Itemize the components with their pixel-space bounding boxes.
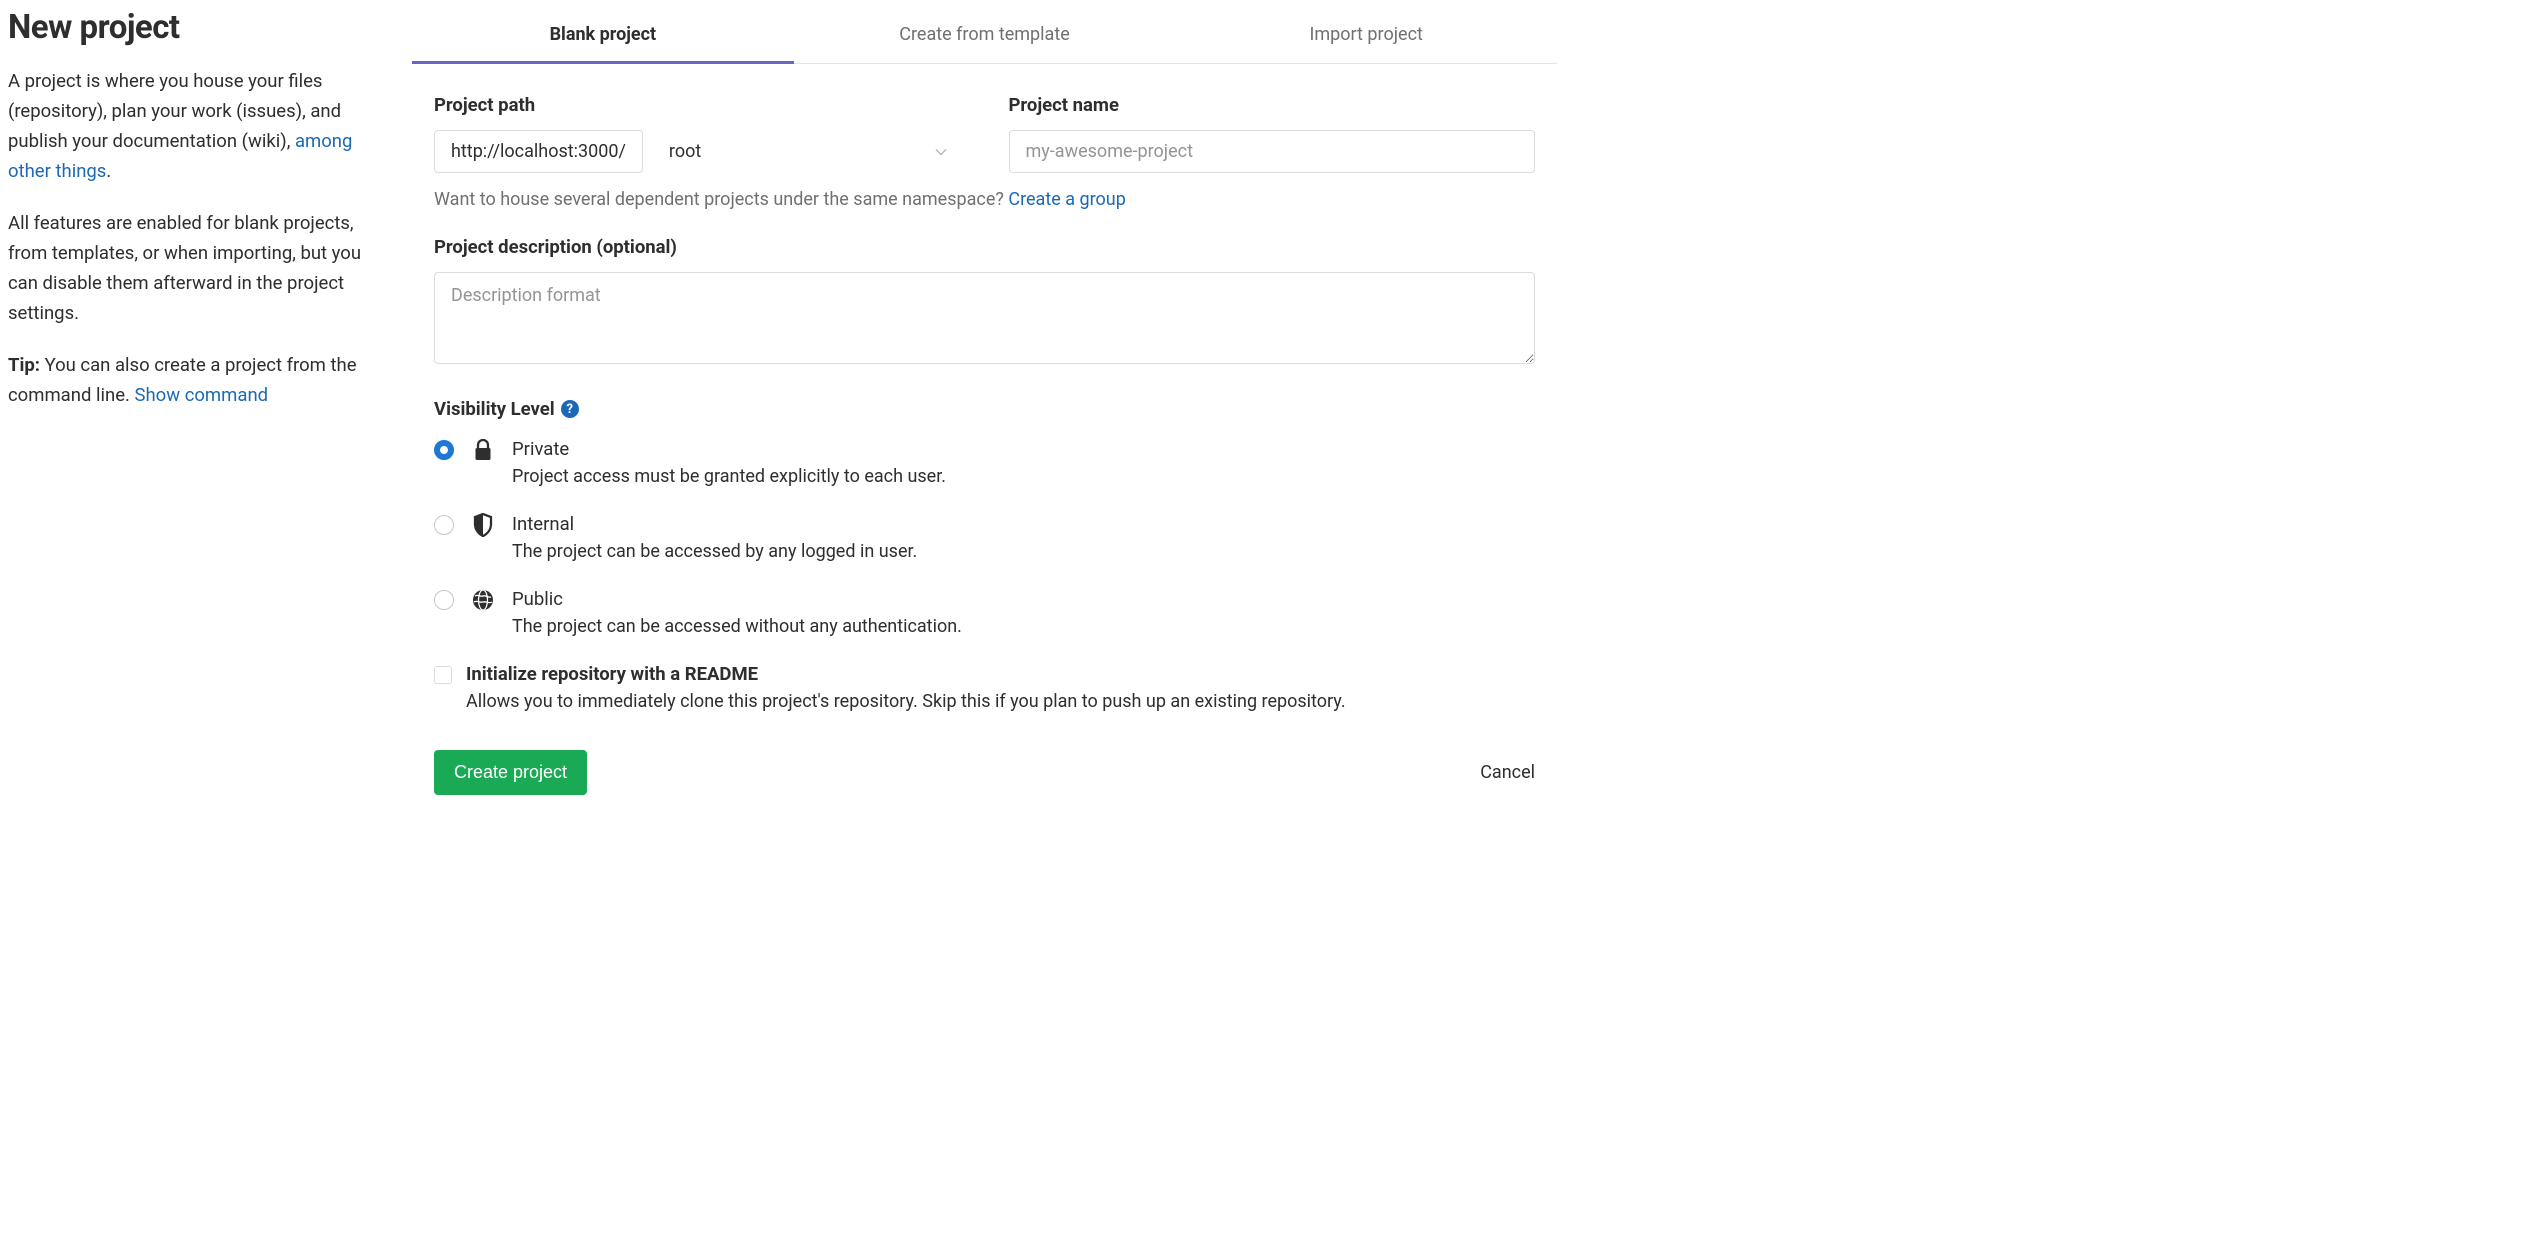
sidebar: New project A project is where you house…: [8, 8, 402, 795]
sidebar-intro-2: All features are enabled for blank proje…: [8, 209, 372, 329]
page-title: New project: [8, 8, 372, 47]
create-project-button[interactable]: Create project: [434, 750, 587, 795]
tab-blank-project[interactable]: Blank project: [412, 8, 794, 63]
visibility-title-public: Public: [512, 588, 1535, 610]
readme-option[interactable]: Initialize repository with a README Allo…: [434, 663, 1535, 712]
readme-title: Initialize repository with a README: [466, 663, 1535, 685]
sidebar-intro-1: A project is where you house your files …: [8, 67, 372, 187]
form: Project path http://localhost:3000/ root…: [412, 94, 1557, 795]
visibility-desc-internal: The project can be accessed by any logge…: [512, 541, 1535, 562]
visibility-title-internal: Internal: [512, 513, 1535, 535]
create-group-link[interactable]: Create a group: [1008, 189, 1125, 210]
tabs: Blank project Create from template Impor…: [412, 8, 1557, 64]
readme-desc: Allows you to immediately clone this pro…: [466, 691, 1535, 712]
tip-label: Tip:: [8, 354, 40, 376]
visibility-title-private: Private: [512, 438, 1535, 460]
visibility-option-public[interactable]: Public The project can be accessed witho…: [434, 588, 1535, 637]
visibility-radio-internal[interactable]: [434, 515, 454, 535]
project-description-label: Project description (optional): [434, 236, 1535, 258]
namespace-select[interactable]: root: [655, 130, 961, 173]
visibility-desc-private: Project access must be granted explicitl…: [512, 466, 1535, 487]
main-content: Blank project Create from template Impor…: [402, 8, 1557, 795]
visibility-option-private[interactable]: Private Project access must be granted e…: [434, 438, 1535, 487]
show-command-link[interactable]: Show command: [134, 384, 268, 406]
project-path-label: Project path: [434, 94, 961, 116]
visibility-radio-private[interactable]: [434, 440, 454, 460]
chevron-down-icon: [935, 148, 947, 156]
lock-icon: [472, 438, 494, 462]
project-name-input[interactable]: [1009, 130, 1536, 173]
group-hint: Want to house several dependent projects…: [434, 189, 1535, 210]
visibility-option-internal[interactable]: Internal The project can be accessed by …: [434, 513, 1535, 562]
visibility-level-label: Visibility Level: [434, 398, 555, 420]
visibility-radio-public[interactable]: [434, 590, 454, 610]
tab-import-project[interactable]: Import project: [1175, 8, 1557, 63]
visibility-desc-public: The project can be accessed without any …: [512, 616, 1535, 637]
cancel-button[interactable]: Cancel: [1480, 762, 1535, 783]
sidebar-tip: Tip: You can also create a project from …: [8, 351, 372, 411]
shield-icon: [472, 513, 494, 537]
tab-create-from-template[interactable]: Create from template: [794, 8, 1176, 63]
globe-icon: [472, 588, 494, 612]
project-description-input[interactable]: [434, 272, 1535, 364]
project-name-label: Project name: [1009, 94, 1536, 116]
help-icon[interactable]: ?: [561, 400, 579, 418]
project-path-prefix: http://localhost:3000/: [434, 130, 643, 173]
readme-checkbox[interactable]: [434, 666, 452, 684]
namespace-selected-value: root: [669, 141, 701, 162]
